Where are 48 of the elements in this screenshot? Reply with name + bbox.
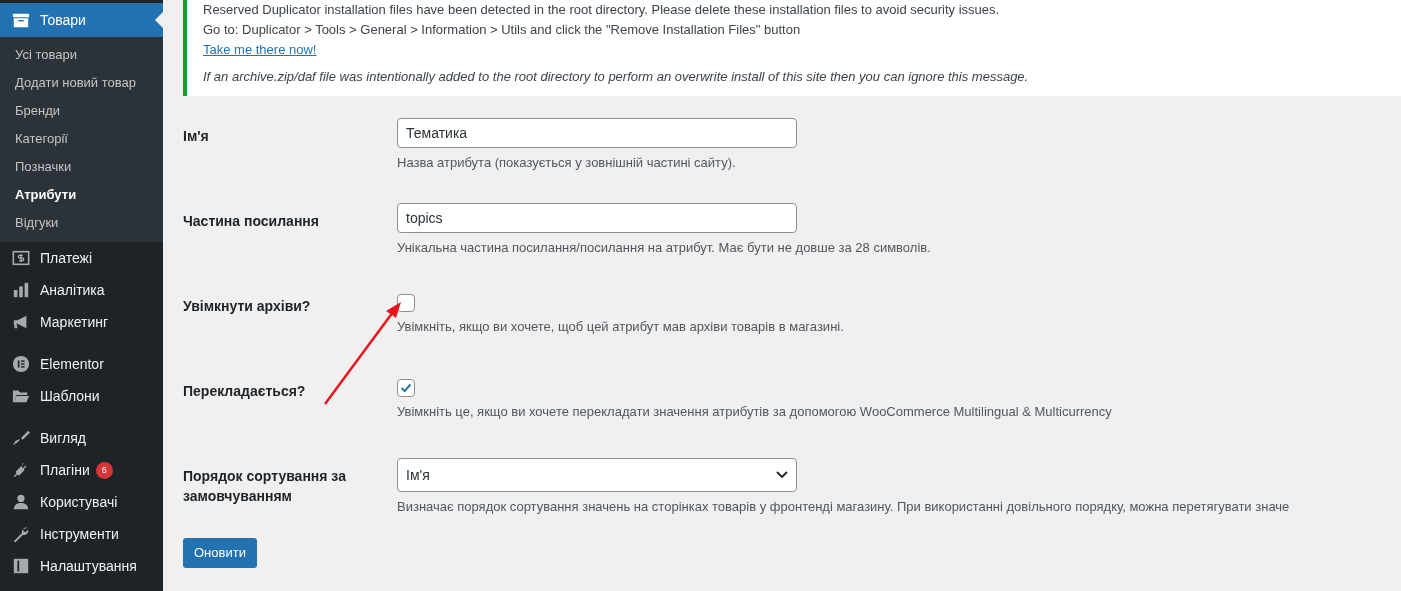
text-field[interactable]: topics xyxy=(397,203,797,233)
field-description: Унікальна частина посилання/посилання на атрибут. Має бути не довше за 28 символів. xyxy=(397,239,931,257)
menu-item[interactable]: Elementor xyxy=(0,348,163,380)
field-label: Ім'я xyxy=(183,127,209,146)
field-description: Увімкніть це, якщо ви хочете перекладати значення атрибутів за допомогою WooCommerce Multilingual & Multicurrency xyxy=(397,403,1112,421)
text-field[interactable]: Тематика xyxy=(397,118,797,148)
menu-item[interactable]: Платежі xyxy=(0,242,163,274)
brush-icon xyxy=(12,429,30,447)
notice-text: Go to: Duplicator > Tools > General > Information > Utils and click the "Remove Installation Files" button xyxy=(203,21,802,39)
submenu-item[interactable]: Атрибути xyxy=(0,181,163,209)
submenu-item[interactable]: Позначки xyxy=(0,153,163,181)
bars-icon xyxy=(12,281,30,299)
update-count-badge: 6 xyxy=(95,461,113,479)
field-description: Увімкніть, якщо ви хочете, щоб цей атрибут мав архіви товарів в магазині. xyxy=(397,318,844,336)
wrench-icon xyxy=(12,525,30,543)
menu-item[interactable]: Користувачі xyxy=(0,486,163,518)
menu-item[interactable]: Налаштування xyxy=(0,550,163,582)
notice-link[interactable]: Take me there now! xyxy=(203,40,317,60)
chevron-down-icon xyxy=(776,471,788,479)
menu-item[interactable]: Шаблони xyxy=(0,380,163,412)
elementor-icon xyxy=(12,355,30,373)
submenu-item[interactable]: Категорії xyxy=(0,125,163,153)
submenu-item[interactable]: Усі товари xyxy=(0,41,163,69)
submenu-item[interactable]: Відгуки xyxy=(0,209,163,237)
update-button[interactable]: Оновити xyxy=(183,537,257,568)
menu-item[interactable]: Товари xyxy=(0,3,163,37)
menu-item[interactable]: Плагіни 6 xyxy=(0,454,163,486)
field-label: Частина посилання xyxy=(183,212,319,231)
box-icon xyxy=(12,11,30,29)
menu-item[interactable]: Інструменти xyxy=(0,518,163,550)
field-label: Перекладається? xyxy=(183,382,306,401)
field-label: Порядок сортування за замовчуванням xyxy=(183,467,347,506)
menu-item[interactable]: Аналітика xyxy=(0,274,163,306)
submenu-item[interactable]: Бренди xyxy=(0,97,163,125)
menu-item[interactable]: Вигляд xyxy=(0,422,163,454)
notice-text: Reserved Duplicator installation files have been detected in the root directory. Please delete these installation files to avoid security issues. xyxy=(203,1,1001,19)
checkbox[interactable] xyxy=(397,379,415,397)
user-icon xyxy=(12,493,30,511)
notice-note: If an archive.zip/daf file was intentionally added to the root directory to perform an overwrite install of this site then you can ignore this message. xyxy=(203,68,1030,86)
checkbox[interactable] xyxy=(397,294,415,312)
field-description: Визначає порядок сортування значень на сторінках товарів у фронтенді магазину. При використанні довільного порядку, можна перетягувати значе xyxy=(397,498,1290,516)
select-dropdown[interactable]: Ім'я xyxy=(397,458,797,492)
menu-item[interactable]: Маркетинг xyxy=(0,306,163,338)
field-description: Назва атрибута (показується у зовнішній частині сайту). xyxy=(397,154,737,172)
field-label: Увімкнути архіви? xyxy=(183,297,311,316)
submenu-item[interactable]: Додати новий товар xyxy=(0,69,163,97)
dollar-icon xyxy=(12,249,30,267)
checkmark-icon xyxy=(399,381,413,395)
